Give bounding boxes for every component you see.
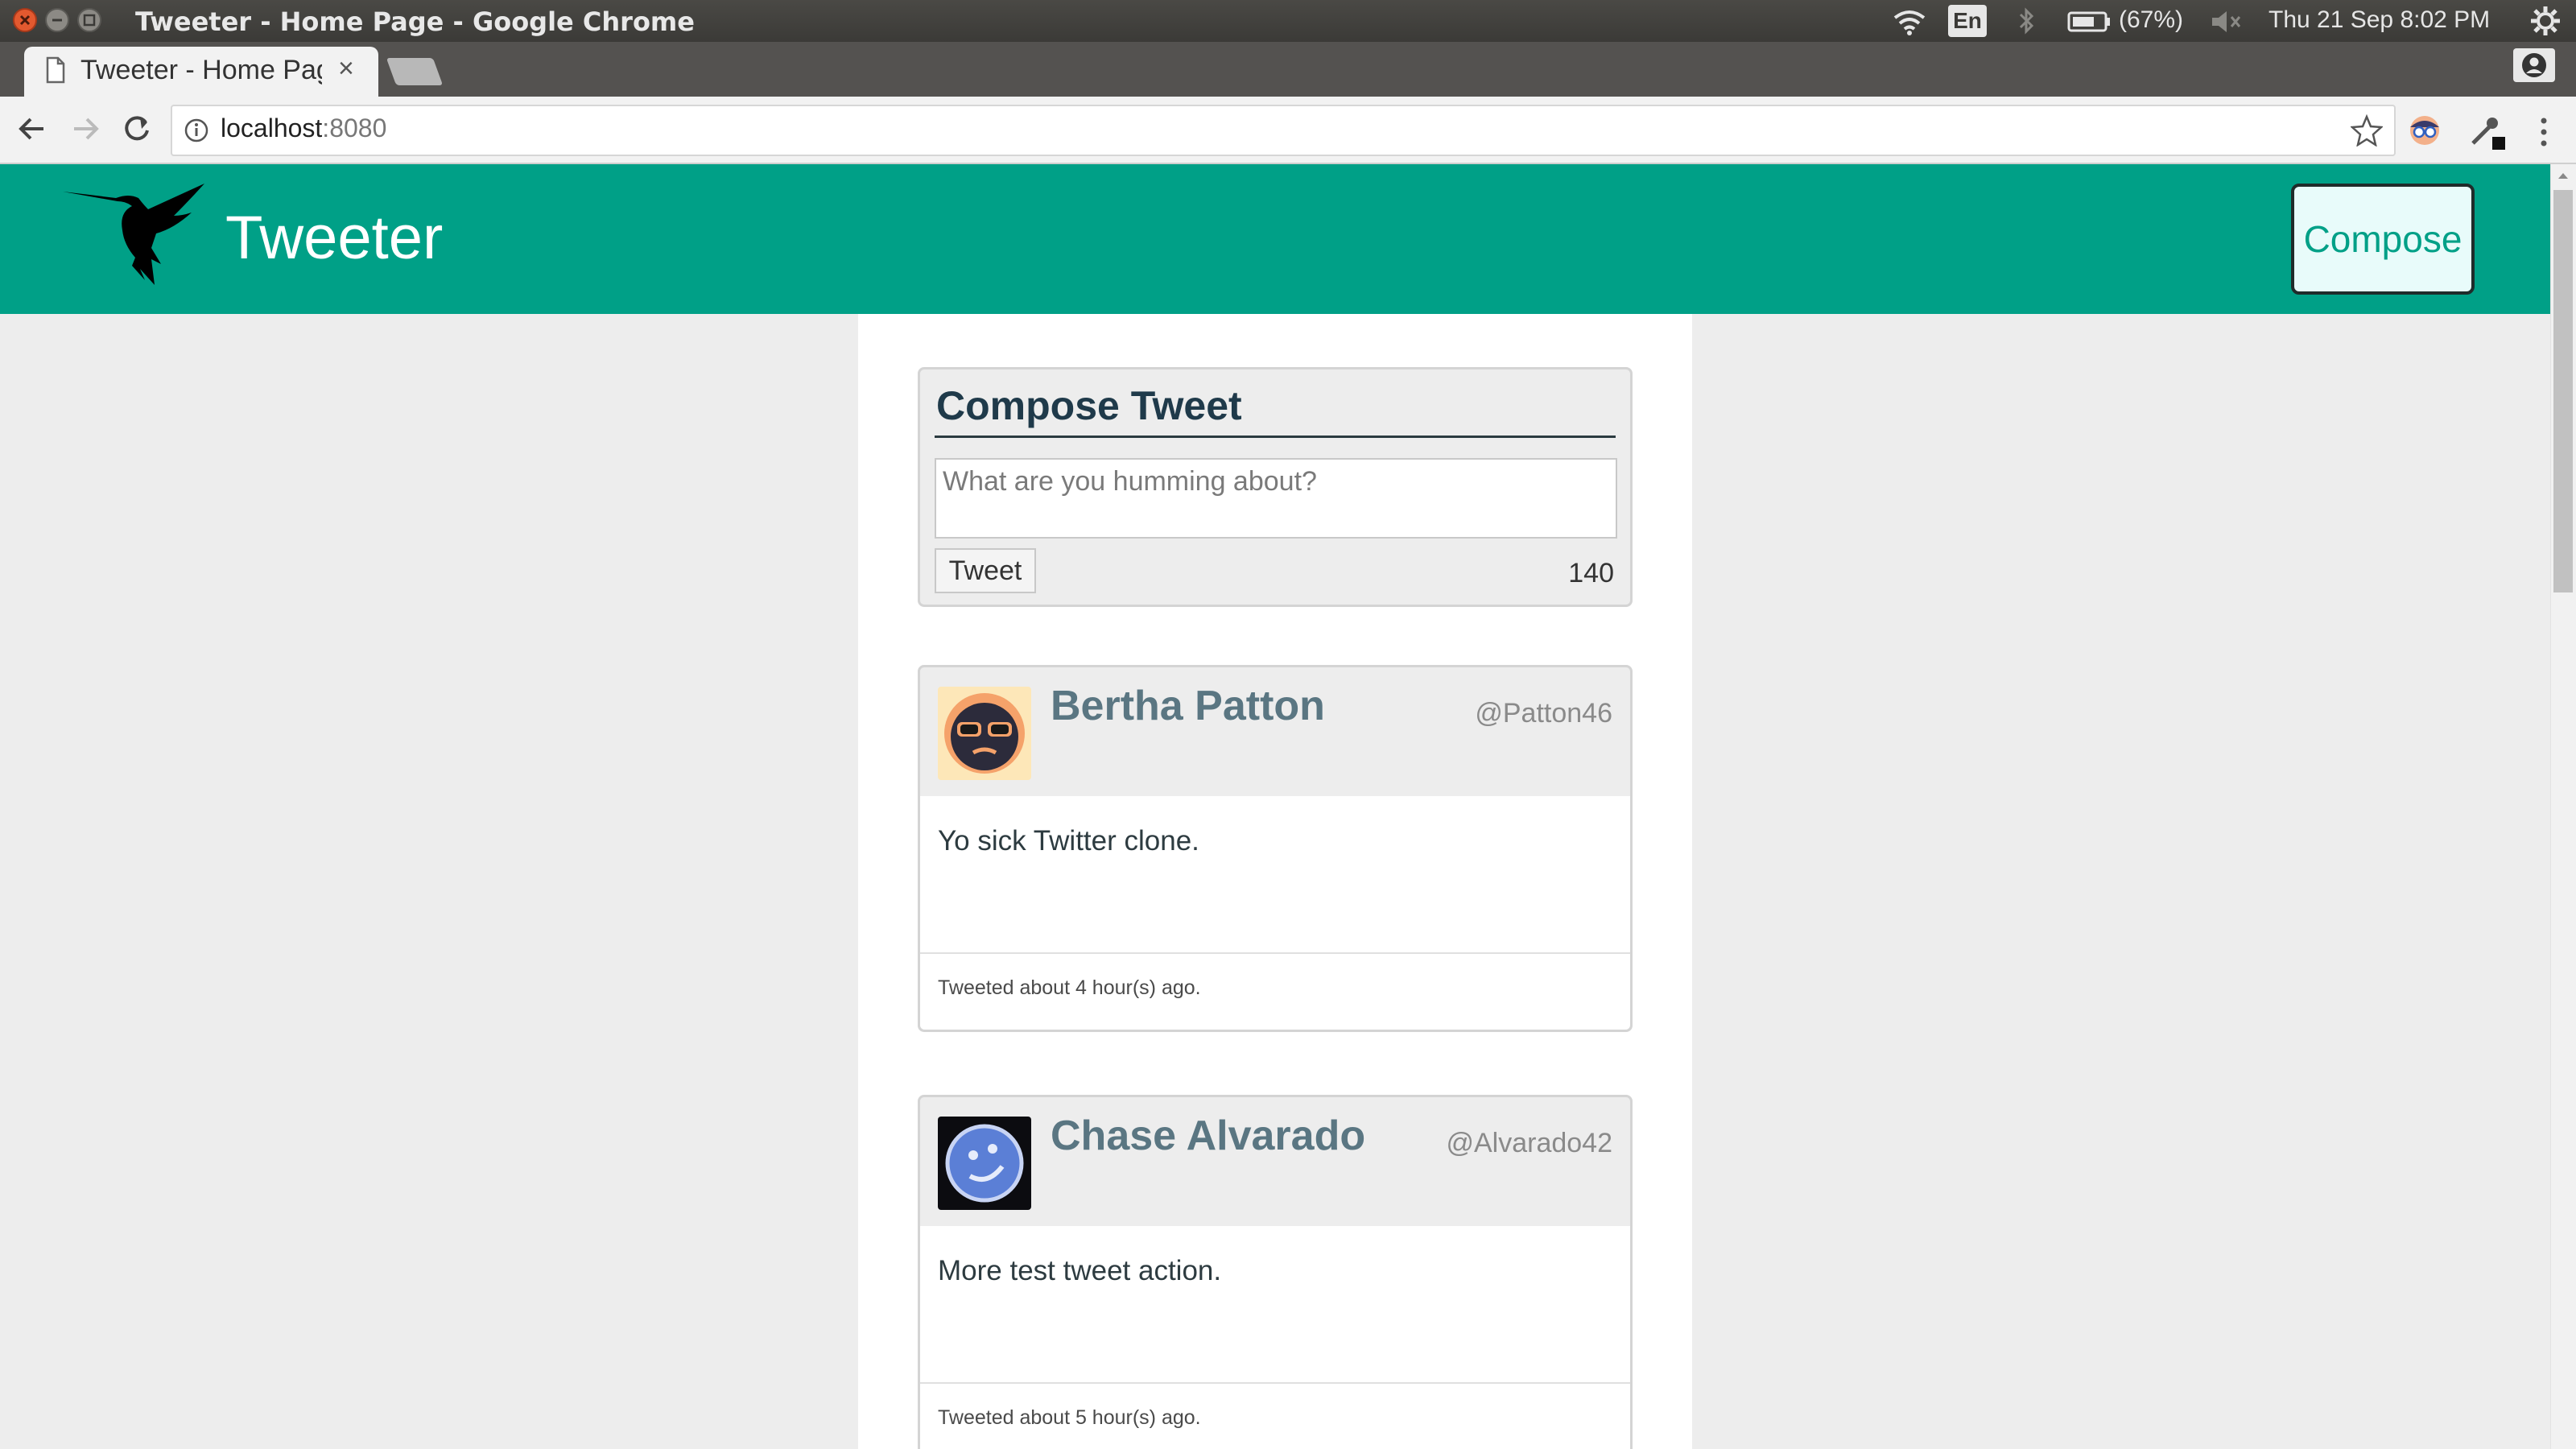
url-host: localhost <box>221 114 323 142</box>
volume-muted-icon[interactable] <box>2209 8 2244 39</box>
wifi-icon[interactable] <box>1892 8 1927 39</box>
site-brand[interactable]: Tweeter <box>225 203 443 273</box>
battery-icon[interactable] <box>2067 10 2112 37</box>
window-title: Tweeter - Home Page - Google Chrome <box>135 6 695 37</box>
reload-icon[interactable] <box>119 111 155 155</box>
tab-close-icon[interactable]: × <box>338 53 354 85</box>
info-icon[interactable] <box>184 118 209 147</box>
window-minimize-button[interactable] <box>45 8 69 32</box>
main-column <box>858 314 1692 1449</box>
extension-glasses-icon[interactable] <box>2407 113 2442 151</box>
window-maximize-button[interactable] <box>77 8 101 32</box>
bookmark-star-icon[interactable] <box>2349 114 2384 150</box>
hummingbird-logo-icon <box>61 180 209 293</box>
compose-toggle-button[interactable]: Compose <box>2291 184 2475 295</box>
profile-button[interactable] <box>2513 48 2555 82</box>
back-arrow-icon[interactable] <box>14 111 50 155</box>
url-text: localhost:8080 <box>221 114 386 143</box>
forward-arrow-icon[interactable] <box>68 111 103 155</box>
url-port: :8080 <box>322 114 387 142</box>
scrollbar-thumb[interactable] <box>2553 190 2573 592</box>
battery-percentage: (67%) <box>2119 6 2184 33</box>
clock[interactable]: Thu 21 Sep 8:02 PM <box>2268 6 2490 34</box>
bluetooth-icon[interactable] <box>2014 6 2038 39</box>
page-viewport: Tweeter Compose Compose Tweet Tweet 140 <box>0 164 2550 1449</box>
menu-kebab-icon[interactable] <box>2536 114 2552 153</box>
tab-strip <box>0 42 2576 97</box>
page-icon <box>45 56 66 87</box>
tab-title: Tweeter - Home Page <box>80 55 322 85</box>
keyboard-layout-indicator[interactable]: En <box>1948 5 1987 37</box>
window-close-button[interactable] <box>13 8 37 32</box>
address-bar[interactable] <box>171 105 2396 156</box>
new-tab-button[interactable] <box>386 58 444 85</box>
eyedropper-extension-icon[interactable] <box>2468 113 2505 155</box>
settings-gear-icon[interactable] <box>2529 5 2562 40</box>
scroll-up-arrow-icon[interactable] <box>2555 169 2571 185</box>
site-navbar: Tweeter Compose <box>0 164 2550 314</box>
